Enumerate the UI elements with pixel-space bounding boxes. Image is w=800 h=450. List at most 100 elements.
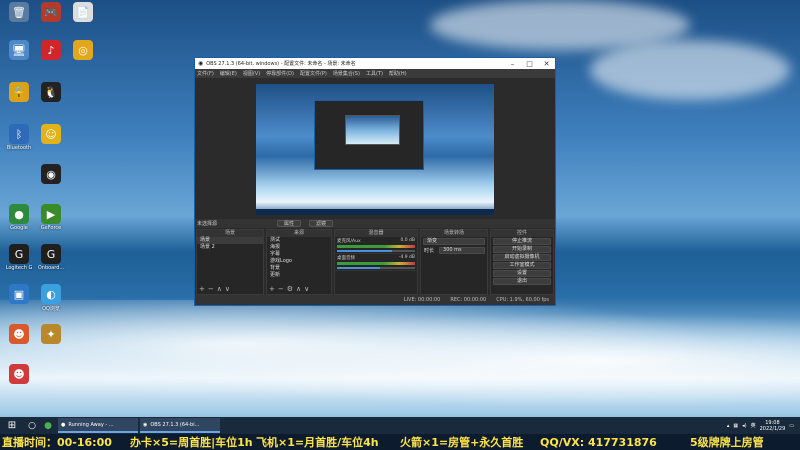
- search-icon[interactable]: ○: [24, 421, 40, 431]
- menu-scene-collection[interactable]: 场景集合(S): [333, 70, 360, 77]
- app-yellow-icon: ◎: [73, 40, 93, 60]
- desktop-icon-file[interactable]: 📄: [68, 2, 98, 23]
- transitions-dock: 场景转场 渐变 时长 300 ms: [420, 229, 488, 295]
- ime-indicator[interactable]: 英: [751, 422, 756, 429]
- volume-slider[interactable]: [337, 267, 415, 269]
- title-bar[interactable]: ◉ OBS 27.1.3 (64-bit, windows) - 配置文件: 未…: [195, 58, 555, 69]
- close-icon[interactable]: ✕: [538, 60, 555, 68]
- desktop-icon-app-yellow[interactable]: ◎: [68, 40, 98, 61]
- scene-item[interactable]: 场景 2: [197, 244, 263, 251]
- obs-window[interactable]: ◉ OBS 27.1.3 (64-bit, windows) - 配置文件: 未…: [194, 57, 556, 306]
- desktop-icon-nvidia[interactable]: ▶ GeForce: [36, 204, 66, 231]
- rec-status: REC: 00:00:00: [450, 297, 487, 303]
- source-item[interactable]: 海报: [267, 244, 331, 251]
- desktop-icon-game-app-2[interactable]: ✦: [36, 324, 66, 345]
- netease-music-icon: ♪: [41, 40, 61, 60]
- desktop-icon-label: Bluetooth: [6, 145, 32, 151]
- recycle-bin-icon: 🗑: [9, 2, 29, 22]
- nested-obs-preview: [314, 100, 424, 170]
- filters-button[interactable]: 滤镜: [309, 220, 334, 227]
- sources-header: 来源: [267, 230, 331, 237]
- preview-canvas[interactable]: [256, 84, 494, 215]
- desktop-icon-bluetooth[interactable]: ᛒ Bluetooth: [4, 124, 34, 151]
- preview-taskbar: [256, 209, 494, 215]
- notification-icon[interactable]: ▭: [789, 423, 794, 429]
- source-item[interactable]: 字幕: [267, 251, 331, 258]
- mixer-channel: 麦克风/Aux 0.0 dB: [335, 237, 417, 254]
- desktop-icon-recycle-bin[interactable]: 🗑: [4, 2, 34, 23]
- stop-streaming-button[interactable]: 停止推流: [493, 238, 551, 245]
- desktop-icon-qq[interactable]: 🐧: [36, 82, 66, 103]
- desktop-icon-face-app[interactable]: ☺: [36, 124, 66, 145]
- system-tray: ▴ ▦ ◂) 英 19:08 2022/1/29 ▭: [727, 420, 800, 432]
- scene-buttons[interactable]: +−∧∨: [199, 285, 233, 293]
- desktop-icon-computer[interactable]: 🖥: [4, 40, 34, 61]
- desktop-icon-app-blue[interactable]: ▣: [4, 284, 34, 305]
- nested-preview-image: [345, 115, 400, 145]
- menu-file[interactable]: 文件(F): [197, 70, 214, 77]
- volume-meter: [337, 245, 415, 248]
- lock-app-icon: 🔒: [9, 82, 29, 102]
- browser-icon: ●: [61, 421, 66, 428]
- desktop-icon-qq-browser[interactable]: ◐ QQ浏览: [36, 284, 66, 312]
- transition-select[interactable]: 渐变: [423, 238, 485, 245]
- channel-name: 桌面音频: [337, 256, 355, 261]
- desktop-icon-game-app[interactable]: 🎮: [36, 2, 66, 23]
- desktop-icon-lock-app[interactable]: 🔒: [4, 82, 34, 103]
- start-recording-button[interactable]: 开始录制: [493, 246, 551, 253]
- menu-tools[interactable]: 工具(T): [366, 70, 383, 77]
- desktop-icon-char-app[interactable]: ☻: [4, 364, 34, 385]
- menu-help[interactable]: 帮助(H): [389, 70, 407, 77]
- bluetooth-icon: ᛒ: [9, 124, 29, 144]
- qq-browser-icon: ◐: [41, 284, 61, 304]
- windows-start-icon[interactable]: ⊞: [0, 420, 24, 431]
- menu-edit[interactable]: 编辑(E): [220, 70, 237, 77]
- volume-icon[interactable]: ◂): [742, 423, 746, 429]
- banner-item: QQ/VX: 417731876: [540, 435, 657, 449]
- taskbar-app-obs[interactable]: ◉ OBS 27.1.3 (64-bi...: [140, 418, 220, 433]
- minimize-icon[interactable]: –: [504, 60, 521, 68]
- desktop-icon-logitech[interactable]: G Logitech G: [4, 244, 34, 271]
- menu-view[interactable]: 视图(V): [243, 70, 260, 77]
- clock-date: 2022/1/29: [759, 425, 786, 432]
- scene-item[interactable]: 场景: [197, 237, 263, 244]
- taskbar-app-browser[interactable]: ● Running Away - ...: [58, 418, 138, 433]
- desktop-icon-label: GeForce: [40, 225, 62, 231]
- menu-profile[interactable]: 配置文件(P): [300, 70, 327, 77]
- controls-dock: 控件 停止推流 开始录制 启动虚拟摄像机 工作室模式 设置 退出: [490, 229, 554, 295]
- virtual-camera-button[interactable]: 启动虚拟摄像机: [493, 254, 551, 261]
- qq-icon: 🐧: [41, 82, 61, 102]
- source-buttons[interactable]: +−⚙∧∨: [269, 285, 312, 293]
- channel-db: 0.0 dB: [400, 238, 415, 243]
- chrome-icon[interactable]: ●: [40, 421, 56, 431]
- properties-button[interactable]: 属性: [277, 220, 302, 227]
- desktop-icon-netease-music[interactable]: ♪: [36, 40, 66, 61]
- source-item[interactable]: 更新: [267, 272, 331, 279]
- desktop-icon-person-app[interactable]: ☻: [4, 324, 34, 345]
- mixer-header: 混音器: [335, 230, 417, 237]
- source-item[interactable]: 游戏Logo: [267, 258, 331, 265]
- desktop-icon-obs[interactable]: ◉: [36, 164, 66, 185]
- scenes-dock: 场景 场景 场景 2 +−∧∨: [196, 229, 264, 295]
- menu-docks[interactable]: 停靠部件(D): [266, 70, 294, 77]
- source-item[interactable]: 背景: [267, 265, 331, 272]
- channel-name: 麦克风/Aux: [337, 239, 361, 244]
- source-item[interactable]: 测试: [267, 237, 331, 244]
- maximize-icon[interactable]: □: [521, 60, 538, 68]
- desktop-icon-onboard[interactable]: G Onboard...: [36, 244, 66, 271]
- studio-mode-button[interactable]: 工作室模式: [493, 262, 551, 269]
- menu-bar: 文件(F) 编辑(E) 视图(V) 停靠部件(D) 配置文件(P) 场景集合(S…: [195, 69, 555, 78]
- clock[interactable]: 19:08 2022/1/29: [760, 420, 786, 432]
- chrome-icon: ●: [9, 204, 29, 224]
- tray-icon[interactable]: ▴: [727, 423, 730, 429]
- exit-button[interactable]: 退出: [493, 278, 551, 285]
- network-icon[interactable]: ▦: [733, 423, 738, 429]
- desktop-icon-chrome[interactable]: ● Google: [4, 204, 34, 231]
- transitions-header: 场景转场: [421, 230, 487, 237]
- nvidia-icon: ▶: [41, 204, 61, 224]
- settings-button[interactable]: 设置: [493, 270, 551, 277]
- volume-slider[interactable]: [337, 250, 415, 252]
- duration-field[interactable]: 300 ms: [439, 247, 485, 254]
- taskbar-app-label: OBS 27.1.3 (64-bi...: [150, 421, 200, 428]
- status-bar: LIVE: 00:00:00 REC: 00:00:00 CPU: 1.9%, …: [195, 295, 555, 305]
